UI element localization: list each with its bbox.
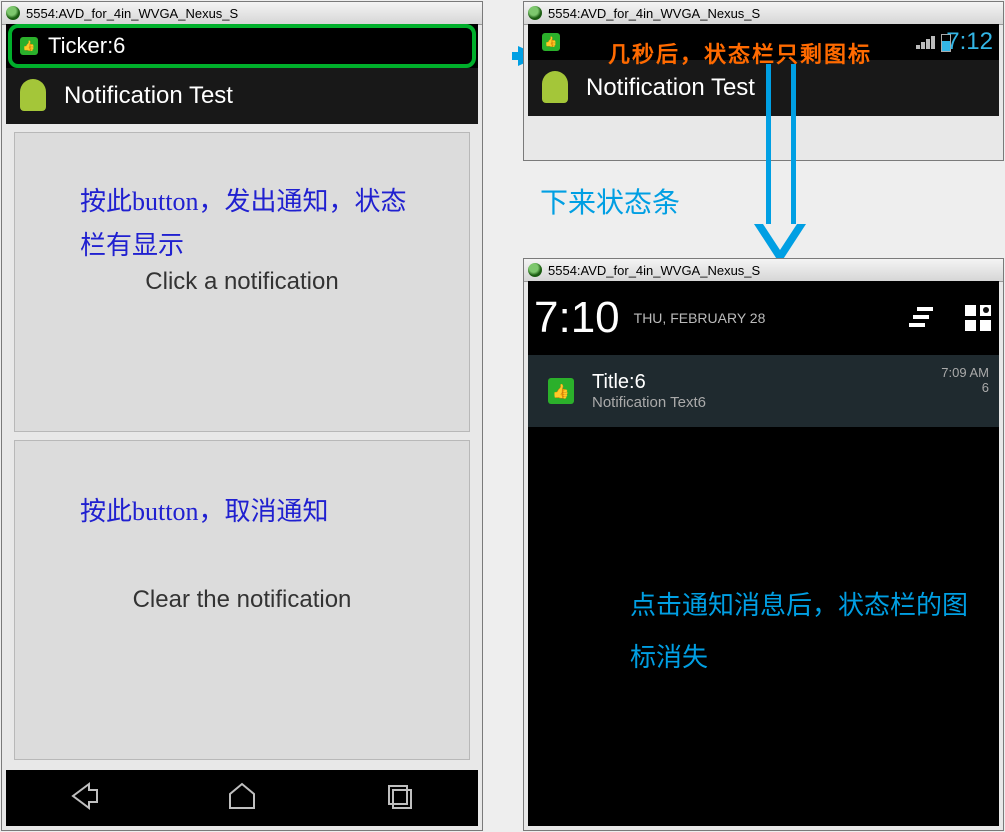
avd-icon <box>528 263 542 277</box>
button-label: Click a notification <box>145 268 338 296</box>
notification-title: Title:6 <box>592 371 706 394</box>
emulator-window-right-bottom: 5554:AVD_for_4in_WVGA_Nexus_S 7:10 THU, … <box>523 258 1004 831</box>
app-title: Notification Test <box>64 82 233 110</box>
home-button[interactable] <box>224 778 260 819</box>
activity-content-cropped <box>528 116 999 160</box>
status-bar-ticker[interactable]: 👍 Ticker:6 <box>8 24 476 68</box>
annotation-pulldown: 下来状态条 <box>540 180 680 228</box>
android-app-icon <box>16 79 50 113</box>
android-app-icon <box>538 71 572 105</box>
notification-thumb-icon: 👍 <box>542 33 560 51</box>
home-icon <box>224 778 260 814</box>
notification-meta: 7:09 AM 6 <box>941 365 989 395</box>
app-title: Notification Test <box>586 74 755 102</box>
app-action-bar: Notification Test <box>528 60 999 118</box>
recents-icon <box>381 778 417 814</box>
window-title-bar[interactable]: 5554:AVD_for_4in_WVGA_Nexus_S <box>524 2 1003 25</box>
shade-date: THU, FEBRUARY 28 <box>634 310 766 326</box>
clear-all-icon <box>907 303 937 333</box>
status-bar[interactable]: 👍 7:12 <box>528 24 999 60</box>
click-notification-button[interactable]: Click a notification <box>14 132 470 432</box>
window-title: 5554:AVD_for_4in_WVGA_Nexus_S <box>26 6 238 21</box>
arrow-down-body <box>766 64 796 224</box>
activity-content: Click a notification Clear the notificat… <box>6 124 478 770</box>
window-title: 5554:AVD_for_4in_WVGA_Nexus_S <box>548 263 760 278</box>
back-icon <box>67 778 103 814</box>
notification-body: Notification Text6 <box>592 394 706 411</box>
window-title: 5554:AVD_for_4in_WVGA_Nexus_S <box>548 6 760 21</box>
window-title-bar[interactable]: 5554:AVD_for_4in_WVGA_Nexus_S <box>2 2 482 25</box>
notification-thumb-icon: 👍 <box>20 37 38 55</box>
shade-header[interactable]: 7:10 THU, FEBRUARY 28 <box>528 281 999 355</box>
avd-icon <box>528 6 542 20</box>
notification-count: 6 <box>941 380 989 395</box>
button-label: Clear the notification <box>133 586 352 614</box>
emulator-window-left: 5554:AVD_for_4in_WVGA_Nexus_S 👍 Ticker:6… <box>1 1 483 831</box>
quick-settings-icons[interactable] <box>907 303 993 333</box>
app-action-bar: Notification Test <box>6 68 478 126</box>
clear-notification-button[interactable]: Clear the notification <box>14 440 470 760</box>
device-screen: 7:10 THU, FEBRUARY 28 👍 Title:6 Notifica… <box>528 281 999 826</box>
recents-button[interactable] <box>381 778 417 819</box>
notification-time: 7:09 AM <box>941 365 989 380</box>
status-clock: 7:12 <box>946 28 993 56</box>
device-screen: 👍 7:12 Notification Test <box>528 24 999 160</box>
notification-text-block: Title:6 Notification Text6 <box>592 371 706 411</box>
shade-empty-area <box>528 427 999 826</box>
emulator-window-right-top: 5554:AVD_for_4in_WVGA_Nexus_S 👍 7:12 Not… <box>523 1 1004 161</box>
avd-icon <box>6 6 20 20</box>
window-title-bar[interactable]: 5554:AVD_for_4in_WVGA_Nexus_S <box>524 259 1003 282</box>
signal-icon <box>916 36 935 49</box>
device-screen: 👍 Ticker:6 Notification Test Click a not… <box>6 24 478 826</box>
quick-settings-tile-icon <box>963 303 993 333</box>
notification-row[interactable]: 👍 Title:6 Notification Text6 7:09 AM 6 <box>528 355 999 427</box>
navigation-bar <box>6 770 478 826</box>
ticker-text: Ticker:6 <box>48 33 125 59</box>
shade-time: 7:10 <box>534 293 620 343</box>
back-button[interactable] <box>67 778 103 819</box>
notification-thumb-icon: 👍 <box>548 378 574 404</box>
